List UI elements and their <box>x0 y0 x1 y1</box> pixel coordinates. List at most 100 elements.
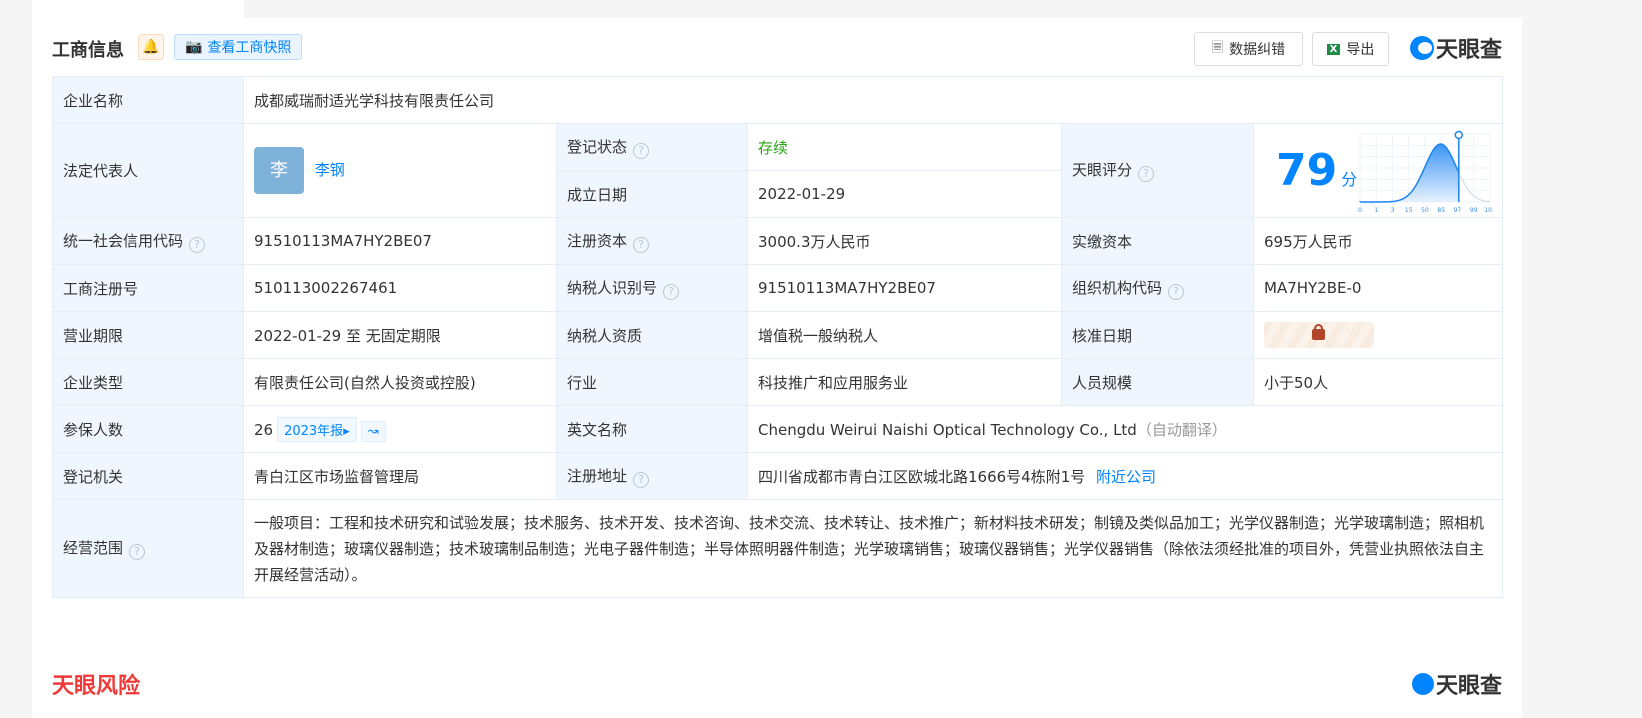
founded-value: 2022-01-29 <box>747 170 1062 218</box>
label: 天眼评分? <box>1061 123 1254 218</box>
logo-icon <box>1409 36 1434 60</box>
org-code: MA7HY2BE-0 <box>1253 264 1503 312</box>
english-name: Chengdu Weirui Naishi Optical Technology… <box>747 405 1503 453</box>
label-text: 天眼评分 <box>1072 161 1133 179</box>
legal-rep-cell: 李 李钢 <box>243 123 557 218</box>
label: 纳税人资质 <box>556 311 748 359</box>
tick-label: 3 <box>1391 207 1395 214</box>
company-type: 有限责任公司(自然人投资或控股) <box>243 358 557 406</box>
help-icon[interactable]: ? <box>633 471 650 488</box>
address: 四川省成都市青白江区欧城北路1666号4栋附1号 <box>758 467 1086 486</box>
score-cell[interactable]: 79分 0 1 3 15 50 85 97 99 100 <box>1253 123 1503 218</box>
logo-text: 天眼查 <box>1435 38 1502 63</box>
tick-label: 50 <box>1421 207 1429 214</box>
table-row: 参保人数 26 2023年报▸ ↝ 英文名称 Chengdu Weirui Nais… <box>52 405 1503 453</box>
score-marker-pin <box>1454 130 1464 140</box>
table-row: 经营范围? 一般项目：工程和技术研究和试验发展；技术服务、技术开发、技术咨询、技… <box>52 499 1503 598</box>
trend-chart-icon[interactable]: ↝ <box>360 420 386 442</box>
table-row: 企业类型 有限责任公司(自然人投资或控股) 行业 科技推广和应用服务业 人员规模 小于… <box>52 358 1503 406</box>
label: 行业 <box>556 358 748 406</box>
help-icon[interactable]: ? <box>663 283 680 300</box>
business-info-table: 企业名称 成都威瑞耐适光学科技有限责任公司 法定代表人 李 李钢 登记状态? 存续… <box>52 76 1503 598</box>
registration-authority: 青白江区市场监督管理局 <box>243 452 557 500</box>
score-unit: 分 <box>1341 170 1358 189</box>
table-row: 企业名称 成都威瑞耐适光学科技有限责任公司 <box>52 76 1503 124</box>
label-text: 注册地址 <box>567 466 628 485</box>
approval-date-locked[interactable] <box>1253 311 1503 359</box>
score-distribution-chart: 0 1 3 15 50 85 97 99 100 <box>1358 130 1492 214</box>
correction-label: 数据纠错 <box>1229 42 1286 58</box>
label-text: 登记状态 <box>567 137 628 156</box>
label-text: 纳税人识别号 <box>567 278 658 297</box>
snapshot-button[interactable]: 📷 查看工商快照 <box>174 34 303 60</box>
help-icon[interactable]: ? <box>1138 166 1155 182</box>
data-correction-button[interactable]: 🗏 数据纠错 <box>1194 32 1303 66</box>
address-cell: 四川省成都市青白江区欧城北路1666号4栋附1号 附近公司 <box>747 452 1503 500</box>
avatar[interactable]: 李 <box>254 147 304 194</box>
export-label: 导出 <box>1346 42 1375 58</box>
next-section-title: 天眼风险 <box>52 674 141 699</box>
label: 核准日期 <box>1061 311 1254 359</box>
label: 经营范围? <box>52 499 244 598</box>
auto-translate-note: （自动翻译） <box>1136 420 1227 439</box>
help-icon[interactable]: ? <box>189 236 206 253</box>
locked-value[interactable] <box>1264 322 1374 348</box>
section-header: 工商信息 🔔 📷 查看工商快照 🗏 数据纠错 X 导出 天眼查 <box>52 32 1502 66</box>
label: 统一社会信用代码? <box>52 217 244 265</box>
industry: 科技推广和应用服务业 <box>747 358 1062 406</box>
table-row: 营业期限 2022-01-29 至 无固定期限 纳税人资质 增值税一般纳税人 核准日… <box>52 311 1503 359</box>
excel-icon: X <box>1326 43 1341 55</box>
table-row: 法定代表人 李 李钢 登记状态? 存续 天眼评分? 79 分 0 1 3 15 50 85 9… <box>52 123 1503 218</box>
credit-code: 91510113MA7HY2BE07 <box>243 217 557 265</box>
business-term: 2022-01-29 至 无固定期限 <box>243 311 557 359</box>
lock-icon <box>1312 324 1325 340</box>
label: 登记机关 <box>52 452 244 500</box>
label-text: 统一社会信用代码 <box>63 231 184 250</box>
taxpayer-id: 91510113MA7HY2BE07 <box>747 264 1062 312</box>
label: 营业期限 <box>52 311 244 359</box>
label: 参保人数 <box>52 405 244 453</box>
logo-text: 天眼查 <box>1435 674 1502 699</box>
annual-report-link[interactable]: 2023年报▸ <box>277 416 357 442</box>
label: 组织机构代码? <box>1061 264 1254 312</box>
help-icon[interactable]: ? <box>633 236 650 253</box>
label: 法定代表人 <box>52 123 244 218</box>
help-icon[interactable]: ? <box>633 142 650 159</box>
label: 人员规模 <box>1061 358 1254 406</box>
tick-label: 100 <box>1484 207 1492 214</box>
bell-icon[interactable]: 🔔 <box>138 34 164 60</box>
status-value: 存续 <box>747 123 1062 171</box>
registration-number: 510113002267461 <box>243 264 557 312</box>
tick-label: 97 <box>1454 207 1462 214</box>
table-row: 工商注册号 510113002267461 纳税人识别号? 91510113MA7H… <box>52 264 1503 312</box>
tick-label: 0 <box>1358 207 1362 214</box>
staff-size: 小于50人 <box>1253 358 1503 406</box>
label: 注册地址? <box>556 452 748 500</box>
help-icon[interactable]: ? <box>129 544 146 560</box>
insured-cell: 26 2023年报▸ ↝ <box>243 405 557 453</box>
company-name: 成都威瑞耐适光学科技有限责任公司 <box>243 76 1503 124</box>
english-name-text: Chengdu Weirui Naishi Optical Technology… <box>758 420 1137 439</box>
export-button[interactable]: X 导出 <box>1312 32 1389 66</box>
section-title: 工商信息 <box>52 40 124 61</box>
label: 工商注册号 <box>52 264 244 312</box>
label: 成立日期 <box>556 170 748 218</box>
help-icon[interactable]: ? <box>1168 283 1185 300</box>
top-tab[interactable] <box>32 0 244 18</box>
label-text: 注册资本 <box>567 231 628 250</box>
insured-count: 26 <box>254 420 274 439</box>
label-text: 经营范围 <box>63 539 124 557</box>
label: 实缴资本 <box>1061 217 1254 265</box>
report-label: 2023年报 <box>284 423 344 439</box>
table-row: 登记机关 青白江区市场监督管理局 注册地址? 四川省成都市青白江区欧城北路1666… <box>52 452 1503 500</box>
tick-label: 99 <box>1470 207 1478 214</box>
nearby-companies-link[interactable]: 附近公司 <box>1096 468 1156 486</box>
label: 注册资本? <box>556 217 748 265</box>
paid-capital: 695万人民币 <box>1253 217 1503 265</box>
label: 企业名称 <box>52 76 244 124</box>
tick-label: 1 <box>1374 207 1378 214</box>
legal-rep-link[interactable]: 李钢 <box>315 161 345 179</box>
taxpayer-qualification: 增值税一般纳税人 <box>747 311 1062 359</box>
tick-label: 85 <box>1437 207 1445 214</box>
logo-icon <box>1411 673 1434 695</box>
